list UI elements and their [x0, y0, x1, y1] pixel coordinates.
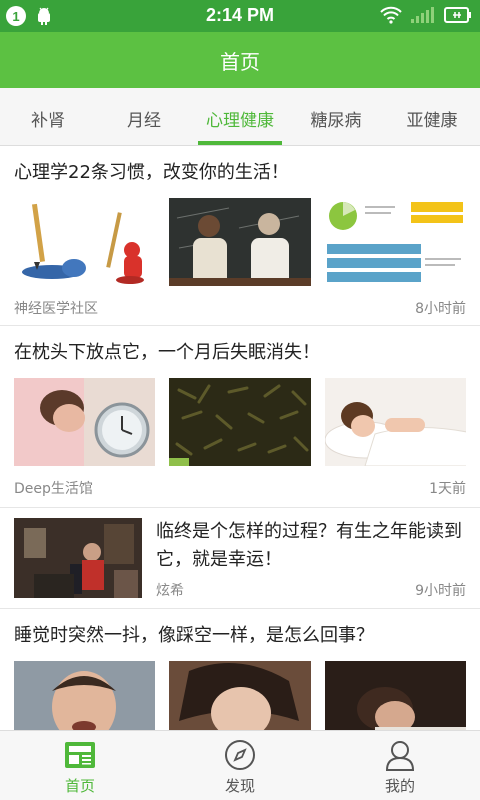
article-source: Deep生活馆: [14, 481, 93, 497]
nav-label: 我的: [384, 777, 415, 795]
tab-label: 补肾: [31, 111, 65, 131]
article-thumbnail: [324, 661, 466, 730]
tab-xinlijiankang[interactable]: 心理健康: [192, 88, 288, 145]
article-thumbnail: [169, 198, 311, 286]
bottom-nav: 首页 发现 我的: [0, 730, 480, 800]
article-item[interactable]: 睡觉时突然一抖，像踩空一样，是怎么回事？: [0, 609, 480, 730]
app-bar: 首页: [0, 32, 480, 88]
nav-label: 发现: [224, 777, 255, 795]
wifi-icon: [380, 6, 402, 28]
article-title: 在枕头下放点它，一个月后失眠消失！: [14, 342, 320, 363]
status-bar: 1 2:14 PM: [0, 0, 480, 32]
page-title: 首页: [220, 50, 260, 74]
tab-bushen[interactable]: 补肾: [0, 88, 96, 145]
article-thumbnail: [14, 518, 142, 598]
compass-icon: [160, 739, 320, 771]
battery-icon: [444, 7, 472, 27]
nav-label: 首页: [64, 777, 95, 795]
user-icon: [320, 739, 480, 771]
article-item[interactable]: 临终是个怎样的过程？有生之年能读到它，就是幸运！ 炫希 9小时前: [0, 508, 480, 609]
tab-label: 月经: [127, 111, 161, 131]
article-thumbnail: [169, 661, 311, 730]
article-title: 心理学22条习惯，改变你的生活！: [14, 162, 289, 183]
category-tabs: 补肾 月经 心理健康 糖尿病 亚健康: [0, 88, 480, 146]
article-thumbnail: [14, 661, 156, 730]
tab-label: 亚健康: [406, 111, 458, 131]
article-thumbnail: [324, 198, 466, 286]
tab-label: 心理健康: [206, 111, 274, 131]
article-time: 1天前: [429, 481, 466, 497]
article-time: 8小时前: [415, 301, 466, 317]
nav-home[interactable]: 首页: [0, 731, 160, 800]
article-thumbnail: [14, 378, 156, 466]
article-title: 临终是个怎样的过程？有生之年能读到它，就是幸运！: [156, 521, 462, 570]
article-thumbnail: [14, 198, 156, 286]
article-time: 9小时前: [415, 583, 466, 599]
article-feed[interactable]: 心理学22条习惯，改变你的生活！ 神经医学社区 8小时前 在枕头下放点它，一个月…: [0, 146, 480, 730]
article-title: 睡觉时突然一抖，像踩空一样，是怎么回事？: [14, 625, 374, 646]
nav-discover[interactable]: 发现: [160, 731, 320, 800]
article-item[interactable]: 心理学22条习惯，改变你的生活！ 神经医学社区 8小时前: [0, 146, 480, 326]
news-icon: [0, 739, 160, 771]
tab-label: 糖尿病: [310, 111, 362, 131]
nav-mine[interactable]: 我的: [320, 731, 480, 800]
tab-indicator: [198, 141, 282, 145]
article-item[interactable]: 在枕头下放点它，一个月后失眠消失！ Deep生活馆 1天前: [0, 326, 480, 508]
article-source: 神经医学社区: [14, 301, 98, 317]
tab-yajiankang[interactable]: 亚健康: [384, 88, 480, 145]
article-thumbnail: [169, 378, 311, 466]
article-source: 炫希: [156, 583, 184, 599]
tab-yuejing[interactable]: 月经: [96, 88, 192, 145]
tab-tangniaobing[interactable]: 糖尿病: [288, 88, 384, 145]
article-thumbnail: [324, 378, 466, 466]
signal-icon: [410, 6, 436, 28]
